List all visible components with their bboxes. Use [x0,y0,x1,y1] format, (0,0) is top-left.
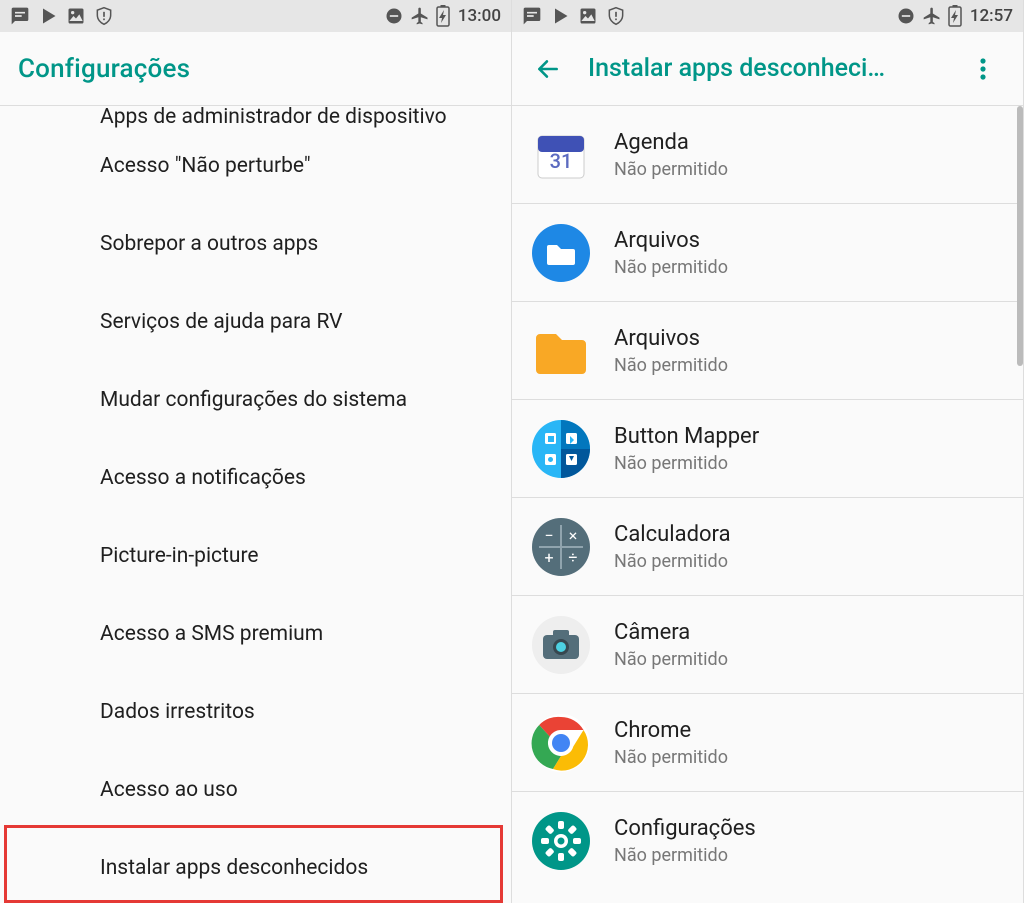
settings-item-pip[interactable]: Picture-in-picture [0,518,511,596]
app-status: Não permitido [614,159,728,180]
app-name: Configurações [614,816,756,841]
settings-item-vr-services[interactable]: Serviços de ajuda para RV [0,284,511,362]
page-title: Instalar apps desconheci… [588,54,928,83]
svg-text:31: 31 [550,149,573,173]
more-button[interactable] [961,47,1005,91]
app-name: Arquivos [614,228,728,253]
app-name: Agenda [614,130,728,155]
app-item-calculator[interactable]: −× + ÷ Calculadora Não permitido [512,498,1023,596]
settings-item-modify-system[interactable]: Mudar configurações do sistema [0,362,511,440]
settings-item-install-unknown[interactable]: Instalar apps desconhecidos [0,830,511,903]
app-status: Não permitido [614,747,728,768]
app-item-agenda[interactable]: 31 Agenda Não permitido [512,106,1023,204]
image-icon [578,6,598,26]
settings-list: Apps de administrador de dispositivo Ace… [0,106,511,903]
svg-text:÷: ÷ [568,548,577,567]
svg-text:×: × [569,526,578,545]
app-bar: Configurações [0,32,511,106]
settings-item-unrestricted-data[interactable]: Dados irrestritos [0,674,511,752]
page-title: Configurações [18,54,190,84]
calculator-icon: −× + ÷ [530,516,592,578]
button-mapper-icon [530,418,592,480]
image-icon [66,6,86,26]
status-bar: 13:00 [0,0,511,32]
play-store-icon [550,6,570,26]
back-button[interactable] [526,47,570,91]
app-name: Chrome [614,718,728,743]
app-list: 31 Agenda Não permitido Arquivos Não per… [512,106,1023,890]
battery-charging-icon [948,5,962,27]
shield-icon [94,6,114,26]
app-status: Não permitido [614,257,728,278]
status-bar: 12:57 [512,0,1023,32]
message-icon [10,6,30,26]
status-time: 12:57 [970,6,1013,26]
app-item-chrome[interactable]: Chrome Não permitido [512,694,1023,792]
airplane-icon [922,6,942,26]
app-bar: Instalar apps desconheci… [512,32,1023,106]
app-name: Calculadora [614,522,731,547]
app-item-files-blue[interactable]: Arquivos Não permitido [512,204,1023,302]
battery-charging-icon [436,5,450,27]
app-item-settings[interactable]: Configurações Não permitido [512,792,1023,890]
app-item-files-orange[interactable]: Arquivos Não permitido [512,302,1023,400]
scrollbar[interactable] [1017,106,1023,366]
camera-icon [530,614,592,676]
app-status: Não permitido [614,649,728,670]
files-orange-icon [530,320,592,382]
do-not-disturb-icon [896,6,916,26]
svg-text:−: − [544,526,553,545]
do-not-disturb-icon [384,6,404,26]
play-store-icon [38,6,58,26]
settings-app-icon [530,810,592,872]
app-item-button-mapper[interactable]: Button Mapper Não permitido [512,400,1023,498]
shield-icon [606,6,626,26]
left-screenshot: 13:00 Configurações Apps de administrado… [0,0,512,903]
calendar-icon: 31 [530,124,592,186]
app-status: Não permitido [614,453,759,474]
chrome-icon [530,712,592,774]
message-icon [522,6,542,26]
status-time: 13:00 [458,6,501,26]
settings-item-admin-apps[interactable]: Apps de administrador de dispositivo [0,106,511,128]
settings-item-dnd-access[interactable]: Acesso "Não perturbe" [0,128,511,206]
settings-item-usage-access[interactable]: Acesso ao uso [0,752,511,830]
app-status: Não permitido [614,551,731,572]
settings-item-notification-access[interactable]: Acesso a notificações [0,440,511,518]
app-name: Câmera [614,620,728,645]
app-name: Arquivos [614,326,728,351]
app-status: Não permitido [614,355,728,376]
app-item-camera[interactable]: Câmera Não permitido [512,596,1023,694]
airplane-icon [410,6,430,26]
settings-item-premium-sms[interactable]: Acesso a SMS premium [0,596,511,674]
app-name: Button Mapper [614,424,759,449]
svg-text:+: + [544,548,553,567]
right-screenshot: 12:57 Instalar apps desconheci… 31 Agend… [512,0,1024,903]
app-status: Não permitido [614,845,756,866]
files-blue-icon [530,222,592,284]
settings-item-overlay[interactable]: Sobrepor a outros apps [0,206,511,284]
